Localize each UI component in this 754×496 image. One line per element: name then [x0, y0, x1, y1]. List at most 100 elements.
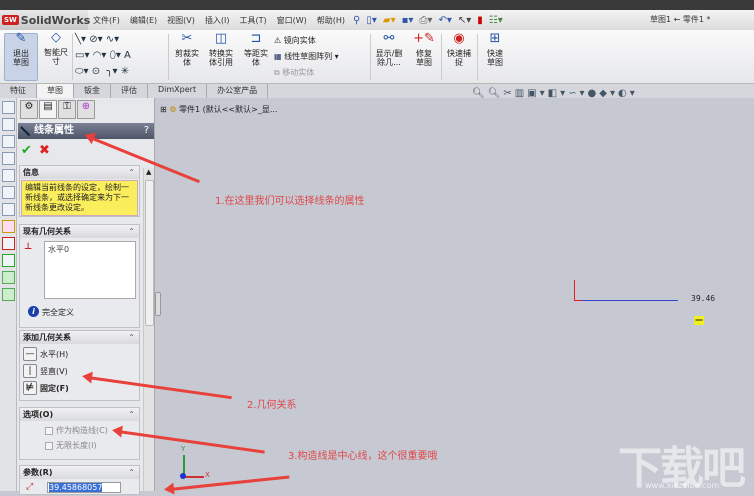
collapse-icon[interactable]: ⌃: [128, 225, 135, 238]
offset-entities-button[interactable]: ⊐ 等距实体: [240, 32, 272, 67]
slot-tool-icon[interactable]: ⬭▾ ⊙ ╮▾ ✳: [75, 66, 129, 77]
help-button[interactable]: ?: [144, 123, 149, 139]
expand-icon[interactable]: ⊞: [160, 105, 167, 114]
convert-icon: ◫: [214, 31, 228, 46]
tab-sheet-metal[interactable]: 钣金: [74, 84, 111, 98]
collapse-icon[interactable]: ⌃: [128, 331, 135, 344]
print-icon[interactable]: ⎙▾: [419, 15, 432, 26]
view-cube-icon[interactable]: [2, 101, 15, 114]
tab-sketch[interactable]: 草图: [37, 84, 74, 98]
menu-file[interactable]: 文件(F): [88, 15, 125, 26]
horizontal-relation-icon: ⊥: [24, 242, 33, 252]
sketch-line[interactable]: [582, 300, 678, 301]
linear-pattern-button[interactable]: ▦ 线性草图阵列 ▾: [274, 52, 339, 61]
ok-check-icon[interactable]: ✔: [21, 143, 32, 158]
menu-window[interactable]: 窗口(W): [272, 15, 312, 26]
view-cube-icon[interactable]: [2, 203, 15, 216]
triad-x-label: X: [205, 471, 210, 479]
relation-item[interactable]: 水平0: [48, 244, 132, 255]
info-icon: i: [28, 306, 39, 317]
undo-icon[interactable]: ↶▾: [438, 15, 451, 26]
exit-sketch-button[interactable]: ✎ 退出草图: [4, 32, 38, 81]
vertical-label: 竖直(V): [40, 366, 68, 376]
tab-features[interactable]: 特征: [0, 84, 37, 98]
rectangle-tool-icon[interactable]: ▭▾ ◠▾ ⬯▾ A: [75, 50, 131, 61]
tab-dimxpert[interactable]: DimXpert: [148, 84, 208, 98]
options-icon[interactable]: ☷▾: [489, 15, 503, 26]
new-document-icon[interactable]: ▯▾: [366, 15, 377, 26]
length-input[interactable]: 39.45868057: [47, 482, 121, 493]
rebuild-icon[interactable]: ▮: [477, 15, 483, 26]
tab-office-products[interactable]: 办公室产品: [207, 84, 269, 98]
select-icon[interactable]: ↖▾: [458, 15, 471, 26]
add-relations-header[interactable]: 添加几何关系 ⌃: [20, 331, 139, 344]
horizontal-relation-button[interactable]: — 水平(H): [23, 347, 136, 361]
save-icon[interactable]: ▪▾: [402, 15, 414, 26]
menu-edit[interactable]: 编辑(E): [125, 15, 162, 26]
property-manager-tab[interactable]: ▤: [39, 100, 57, 119]
smart-dimension-button[interactable]: ◇ 智能尺寸: [40, 31, 72, 81]
collapse-icon[interactable]: ⌃: [128, 166, 135, 179]
panel-scrollbar[interactable]: ▲: [143, 168, 154, 491]
fix-icon: ⊭: [23, 381, 37, 395]
convert-entities-button[interactable]: ◫ 转换实体引用: [205, 31, 237, 67]
view-cube-icon[interactable]: [2, 152, 15, 165]
existing-relations-header[interactable]: 现有几何关系 ⌃: [20, 225, 139, 238]
quick-snap-icon: ◉: [453, 31, 465, 46]
menu-help[interactable]: 帮助(H): [312, 15, 350, 26]
menu-insert[interactable]: 插入(I): [200, 15, 235, 26]
parameters-header[interactable]: 参数(R) ⌃: [20, 466, 139, 479]
rapid-sketch-button[interactable]: ⊞ 快速草图: [480, 32, 510, 67]
panel-splitter-handle[interactable]: [155, 292, 161, 316]
relations-list[interactable]: 水平0: [44, 241, 136, 299]
linear-pattern-label: 线性草图阵列: [284, 52, 333, 61]
view-cube-icon[interactable]: [2, 118, 15, 131]
display-delete-label: 显示/删除几...: [375, 49, 403, 67]
definition-status: 完全定义: [42, 308, 74, 317]
sketch-tool-icon[interactable]: [2, 220, 15, 233]
infinite-length-checkbox[interactable]: 无限长度(I): [45, 440, 139, 451]
feature-tree-tab[interactable]: ⚙: [20, 100, 38, 119]
trim-entities-button[interactable]: ✂ 剪裁实体: [172, 32, 202, 67]
mirror-label: 镜向实体: [283, 36, 316, 45]
tab-evaluate[interactable]: 评估: [111, 84, 148, 98]
tool-icon[interactable]: [2, 254, 15, 267]
layer-icon[interactable]: [2, 271, 15, 284]
view-toolbar-icons[interactable]: 🔍︎🔍︎✂▥▣▾◧▾∽▾●◆▾◐▾: [472, 88, 638, 99]
collapse-icon[interactable]: ⌃: [128, 408, 135, 421]
scrollbar-thumb[interactable]: [145, 180, 154, 326]
layer-icon[interactable]: [2, 288, 15, 301]
left-view-strip: [0, 98, 17, 491]
add-header-label: 添加几何关系: [23, 333, 71, 342]
quick-snaps-button[interactable]: ◉ 快速捕捉: [444, 31, 474, 67]
dimxpert-tab[interactable]: ⊕: [77, 100, 95, 119]
title-strip: [0, 0, 754, 10]
move-entities-button[interactable]: ⧉ 移动实体: [274, 68, 314, 77]
view-cube-icon[interactable]: [2, 135, 15, 148]
menu-view[interactable]: 视图(V): [162, 15, 200, 26]
part-name[interactable]: 零件1 (默认<<默认>_显...: [179, 105, 278, 114]
line-tool-icon[interactable]: ╲▾ ⊘▾ ∿▾: [75, 34, 119, 45]
repair-tool-icon[interactable]: [2, 237, 15, 250]
quick-snap-label: 快速捕捉: [447, 49, 471, 67]
view-cube-icon[interactable]: [2, 186, 15, 199]
configuration-tab[interactable]: ⚿: [58, 100, 76, 119]
options-header[interactable]: 选项(O) ⌃: [20, 408, 139, 421]
menu-tools[interactable]: 工具(T): [234, 15, 271, 26]
open-icon[interactable]: ▰▾: [383, 15, 396, 26]
annotation-2: 2.几何关系: [247, 400, 297, 411]
view-cube-icon[interactable]: [2, 169, 15, 182]
repair-sketch-button[interactable]: +✎ 修复草图: [410, 32, 438, 67]
pin-icon[interactable]: ⚲: [353, 15, 360, 26]
info-group-header[interactable]: 信息 ⌃: [20, 166, 139, 179]
cancel-x-icon[interactable]: ✖: [39, 143, 50, 158]
dimension-readout: 39.46: [691, 294, 716, 303]
origin-y-axis: [574, 280, 575, 301]
vertical-relation-button[interactable]: | 竖直(V): [23, 364, 136, 378]
display-delete-relations-button[interactable]: ⚯ 显示/删除几...: [372, 32, 406, 67]
feature-tree-flyout[interactable]: ⊞ ⚙ 零件1 (默认<<默认>_显...: [160, 104, 277, 115]
collapse-icon[interactable]: ⌃: [128, 466, 135, 479]
solidworks-logo[interactable]: SW SolidWorks: [0, 10, 90, 30]
mirror-entities-button[interactable]: ⚠ 镜向实体: [274, 36, 316, 45]
triad-origin: [180, 473, 186, 479]
